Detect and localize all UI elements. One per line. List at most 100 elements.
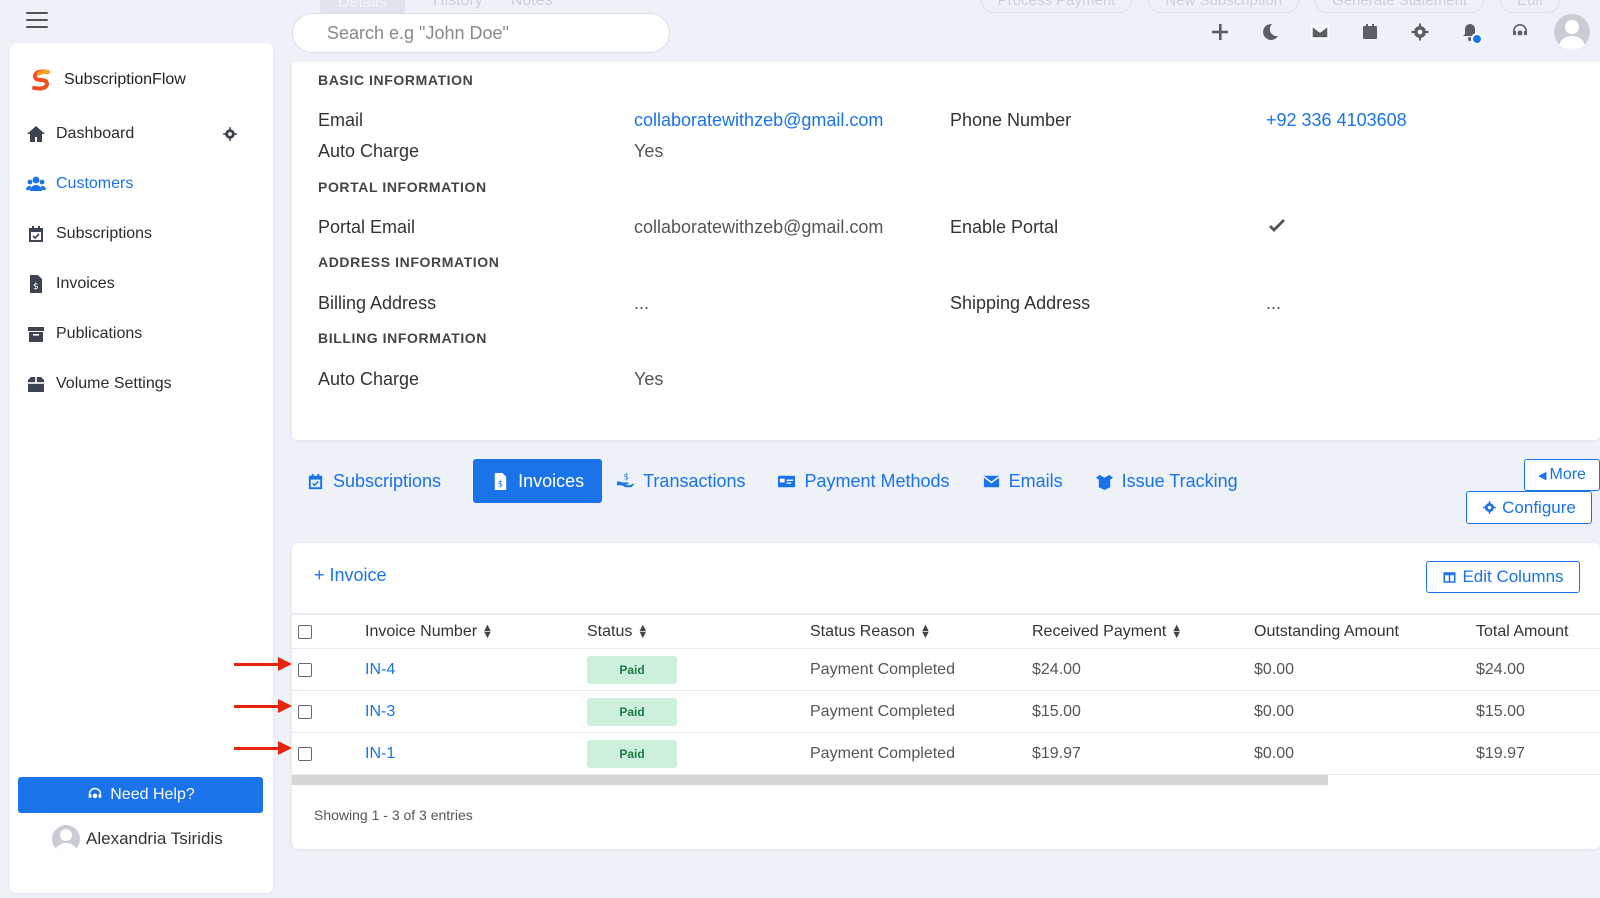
user-avatar[interactable]	[1554, 14, 1590, 50]
tab-transactions[interactable]: $ Transactions	[616, 459, 763, 503]
edit-columns-button[interactable]: Edit Columns	[1426, 561, 1580, 593]
need-help-label: Need Help?	[110, 786, 195, 803]
status-badge: Paid	[587, 739, 677, 768]
more-tabs-button[interactable]: ◀ More	[1524, 459, 1600, 491]
configure-label: Configure	[1502, 497, 1576, 517]
tab-emails[interactable]: Emails	[982, 459, 1081, 503]
edit-columns-label: Edit Columns	[1462, 567, 1564, 586]
support-headset-icon[interactable]	[1500, 14, 1540, 50]
select-all-checkbox[interactable]	[298, 624, 312, 639]
subscriptionflow-logo-icon	[32, 69, 50, 91]
total-amount: $19.97	[1476, 744, 1525, 762]
phone-label: Phone Number	[950, 110, 1072, 130]
auto-charge-value: Yes	[634, 141, 664, 161]
add-icon[interactable]	[1200, 14, 1240, 50]
tab-invoices[interactable]: $ Invoices	[473, 459, 603, 503]
notification-dot	[1471, 33, 1483, 45]
tab-label: Issue Tracking	[1121, 470, 1238, 491]
invoices-panel: + Invoice Edit Columns Invoice Number ▲ ▼ …	[292, 543, 1600, 849]
calendar-check-icon	[29, 226, 43, 242]
need-help-button[interactable]: Need Help?	[18, 777, 263, 813]
total-amount: $15.00	[1476, 702, 1525, 720]
current-user[interactable]: Alexandria Tsiridis	[52, 825, 223, 853]
sidebar-item-customers[interactable]: Customers	[26, 159, 256, 209]
support-headset-icon	[88, 787, 102, 799]
col-status-reason[interactable]: Status Reason ▲ ▼	[810, 615, 931, 648]
configure-button[interactable]: Configure	[1466, 491, 1592, 524]
row-checkbox[interactable]	[298, 662, 312, 677]
total-amount: $24.00	[1476, 660, 1525, 678]
add-invoice-link[interactable]: + Invoice	[314, 565, 387, 586]
dashboard-settings-gear-icon[interactable]	[222, 126, 238, 142]
sidebar-item-label: Subscriptions	[56, 225, 153, 242]
auto-charge-label: Auto Charge	[318, 141, 420, 161]
horizontal-scrollbar[interactable]	[292, 775, 1328, 785]
sidebar-item-volume-settings[interactable]: Volume Settings	[26, 359, 256, 409]
phone-value-link[interactable]: +92 336 4103608	[1266, 110, 1407, 131]
portal-email-label: Portal Email	[318, 217, 416, 237]
table-row: IN-3 Paid Payment Completed $15.00 $0.00…	[292, 691, 1600, 733]
box-icon	[28, 377, 44, 392]
col-outstanding-amount[interactable]: Outstanding Amount	[1254, 615, 1399, 648]
ghost-new-subscription: New Subscription	[1148, 0, 1300, 13]
shipping-address-value: ...	[1266, 293, 1282, 313]
invoice-number-link[interactable]: IN-1	[365, 733, 395, 774]
moon-icon[interactable]	[1250, 14, 1290, 50]
sort-icon[interactable]: ▲ ▼	[1171, 622, 1182, 640]
shipping-address-label: Shipping Address	[950, 293, 1091, 313]
notification-bell-icon[interactable]	[1450, 14, 1490, 50]
tab-payment-methods[interactable]: Payment Methods	[777, 459, 967, 503]
sidebar-item-dashboard[interactable]: Dashboard	[26, 109, 256, 159]
annotation-arrow	[234, 657, 292, 671]
sidebar-item-subscriptions[interactable]: Subscriptions	[26, 209, 256, 259]
gear-icon[interactable]	[1400, 14, 1440, 50]
portal-email-value: collaboratewithzeb@gmail.com	[634, 217, 884, 237]
search-input[interactable]: Search e.g "John Doe"	[292, 13, 670, 53]
col-invoice-number[interactable]: Invoice Number ▲ ▼	[365, 615, 493, 648]
sidebar-item-invoices[interactable]: $ Invoices	[26, 259, 256, 309]
mail-icon[interactable]	[1300, 14, 1340, 50]
customer-tabs: Subscriptions $ Invoices $ Transactions …	[306, 459, 1270, 503]
tab-label: Subscriptions	[333, 470, 442, 491]
more-label: More	[1549, 466, 1586, 483]
card-icon	[778, 475, 796, 487]
enable-portal-check-icon	[1266, 216, 1288, 243]
email-value-link[interactable]: collaboratewithzeb@gmail.com	[634, 110, 883, 131]
received-payment: $19.97	[1032, 744, 1081, 762]
ghost-tab-history: History	[432, 0, 483, 9]
ghost-action-buttons: Process Payment New Subscription Generat…	[980, 0, 1560, 13]
sidebar-nav: Dashboard Customers Subscriptions $ Invo…	[26, 109, 256, 409]
box-open-icon	[1095, 474, 1113, 490]
sort-icon[interactable]: ▲ ▼	[482, 622, 493, 640]
tab-subscriptions[interactable]: Subscriptions	[306, 459, 459, 503]
col-total-amount[interactable]: Total Amount	[1476, 615, 1569, 648]
sort-icon[interactable]: ▲ ▼	[920, 622, 931, 640]
invoice-number-link[interactable]: IN-4	[365, 649, 395, 690]
section-portal-information: PORTAL INFORMATION	[318, 179, 487, 195]
brand-logo[interactable]: SubscriptionFlow	[28, 67, 186, 93]
section-address-information: ADDRESS INFORMATION	[318, 254, 500, 270]
row-checkbox[interactable]	[298, 704, 312, 719]
sort-icon[interactable]: ▲ ▼	[637, 622, 648, 640]
col-received-payment[interactable]: Received Payment ▲ ▼	[1032, 615, 1182, 648]
col-status[interactable]: Status ▲ ▼	[587, 615, 648, 648]
invoice-number-link[interactable]: IN-3	[365, 691, 395, 732]
enable-portal-label: Enable Portal	[950, 217, 1059, 237]
users-icon	[26, 176, 46, 191]
tab-issue-tracking[interactable]: Issue Tracking	[1095, 459, 1256, 503]
outstanding-amount: $0.00	[1254, 702, 1295, 720]
envelope-icon	[983, 475, 1000, 487]
sidebar-item-publications[interactable]: Publications	[26, 309, 256, 359]
status-badge: Paid	[587, 697, 677, 726]
ghost-generate-statement: Generate Statement	[1315, 0, 1485, 13]
table-row: IN-1 Paid Payment Completed $19.97 $0.00…	[292, 733, 1600, 775]
avatar	[52, 825, 80, 853]
svg-text:$: $	[33, 282, 39, 292]
received-payment: $24.00	[1032, 660, 1081, 678]
search-placeholder: Search e.g "John Doe"	[327, 22, 509, 43]
invoice-icon: $	[30, 275, 42, 293]
annotation-arrow	[234, 699, 292, 713]
menu-toggle-icon[interactable]	[26, 12, 48, 28]
calendar-icon[interactable]	[1350, 14, 1390, 50]
row-checkbox[interactable]	[298, 746, 312, 761]
